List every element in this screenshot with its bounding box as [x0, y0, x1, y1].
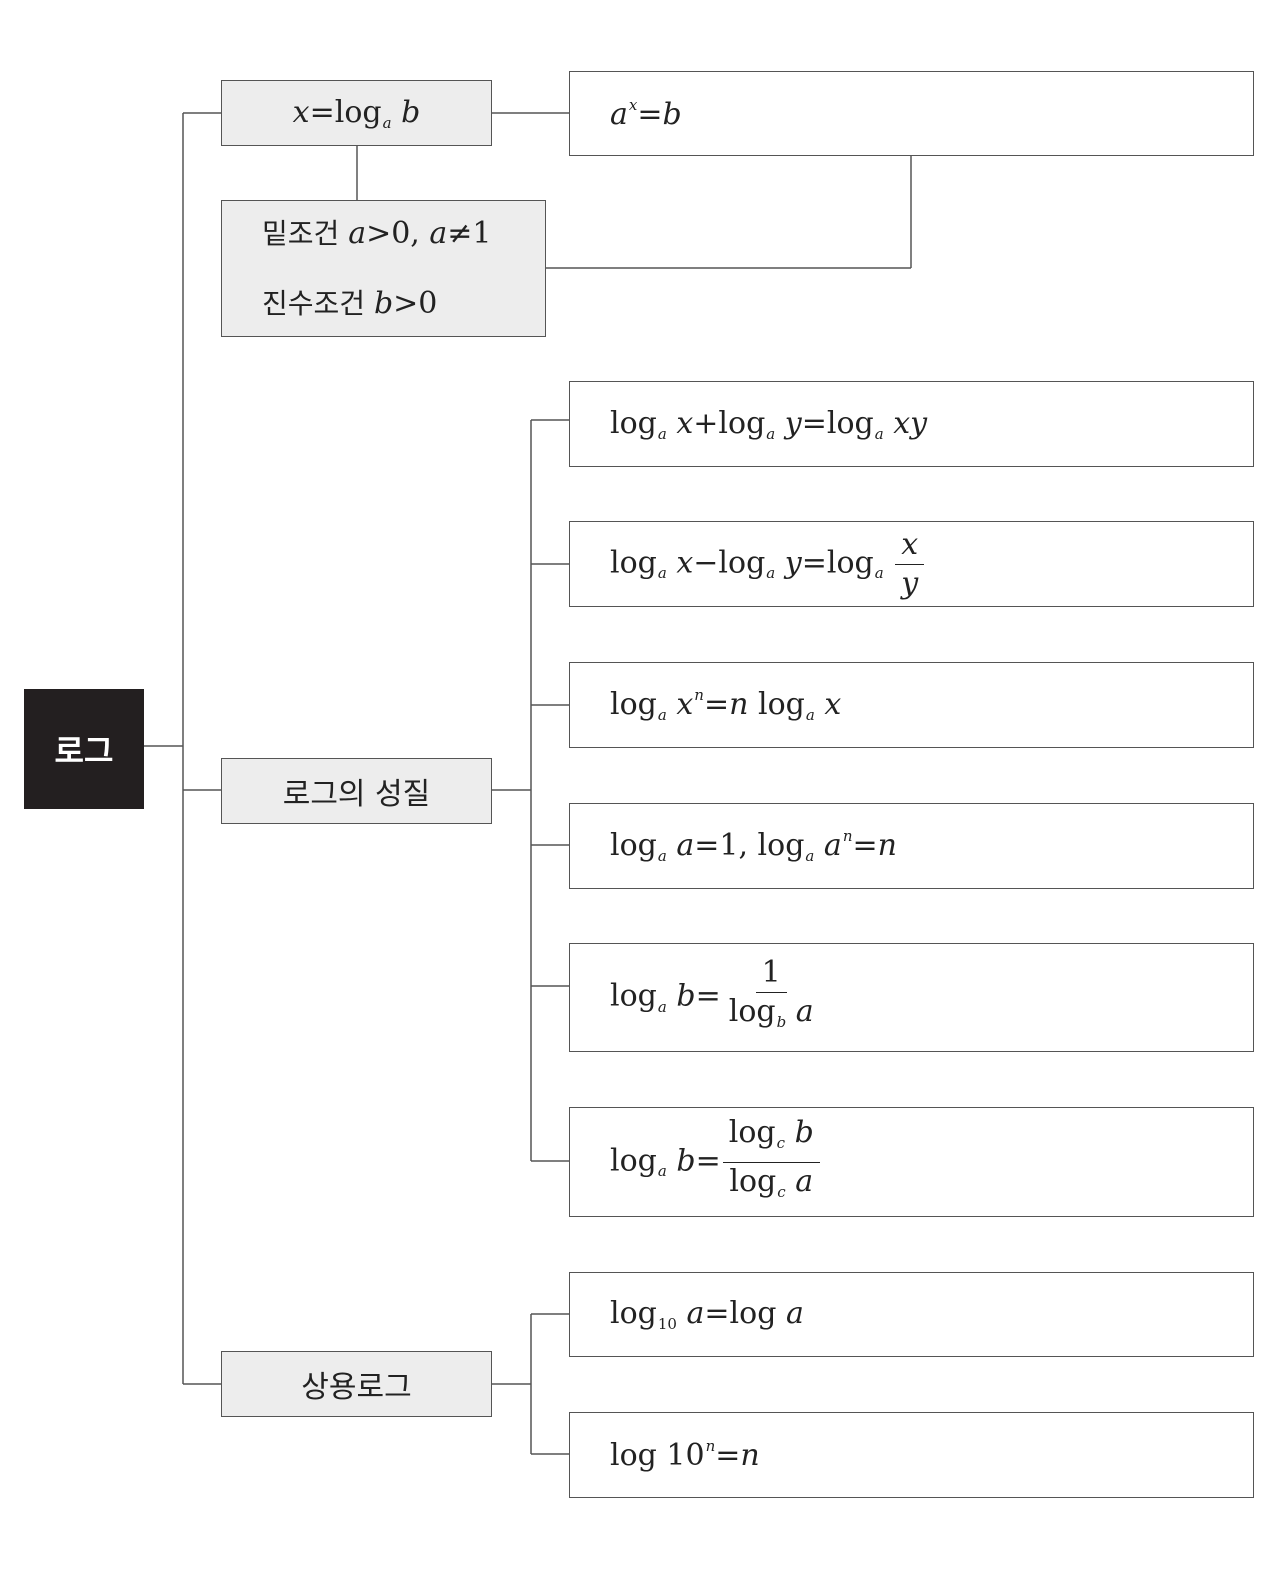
common-log-power-formula: log 10n=n	[610, 1437, 760, 1473]
properties-label: 로그의 성질	[282, 777, 431, 812]
argument-condition: 진수조건 b>0	[262, 269, 437, 339]
property-quotient-box: loga x−loga y=loga xy	[569, 521, 1254, 607]
argument-condition-math: b>0	[373, 285, 438, 321]
common-log-power-box: log 10n=n	[569, 1412, 1254, 1498]
definition-equivalent-formula: ax=b	[610, 95, 682, 132]
base-condition-label: 밑조건	[262, 216, 340, 250]
property-power-formula: loga xn=n loga x	[610, 686, 842, 724]
base-condition-math: a>0, a≠1	[348, 215, 492, 251]
common-log-definition-box: log10 a=log a	[569, 1272, 1254, 1357]
property-product-box: loga x+loga y=loga xy	[569, 381, 1254, 467]
conditions-node: 밑조건 a>0, a≠1 진수조건 b>0	[221, 200, 546, 337]
property-reciprocal-box: loga b= 1 logb a	[569, 943, 1254, 1052]
properties-node: 로그의 성질	[221, 758, 492, 824]
argument-condition-label: 진수조건	[262, 286, 366, 320]
common-log-definition-formula: log10 a=log a	[610, 1296, 804, 1333]
property-change-of-base-box: loga b= logc b logc a	[569, 1107, 1254, 1217]
common-log-node: 상용로그	[221, 1351, 492, 1417]
property-identity-box: loga a=1, loga an=n	[569, 803, 1254, 889]
property-quotient-formula: loga x−loga y=loga xy	[610, 527, 925, 601]
property-product-formula: loga x+loga y=loga xy	[610, 405, 928, 443]
definition-node: x=loga b	[221, 80, 492, 146]
property-power-box: loga xn=n loga x	[569, 662, 1254, 748]
property-reciprocal-formula: loga b= 1 logb a	[610, 955, 814, 1032]
root-node: 로그	[24, 689, 144, 809]
definition-formula: x=loga b	[292, 94, 421, 132]
root-label: 로그	[54, 732, 114, 770]
property-change-of-base-formula: loga b= logc b logc a	[610, 1115, 820, 1209]
common-log-label: 상용로그	[301, 1370, 412, 1405]
property-identity-formula: loga a=1, loga an=n	[610, 827, 897, 865]
base-condition: 밑조건 a>0, a≠1	[262, 199, 492, 269]
definition-equivalent-box: ax=b	[569, 71, 1254, 156]
